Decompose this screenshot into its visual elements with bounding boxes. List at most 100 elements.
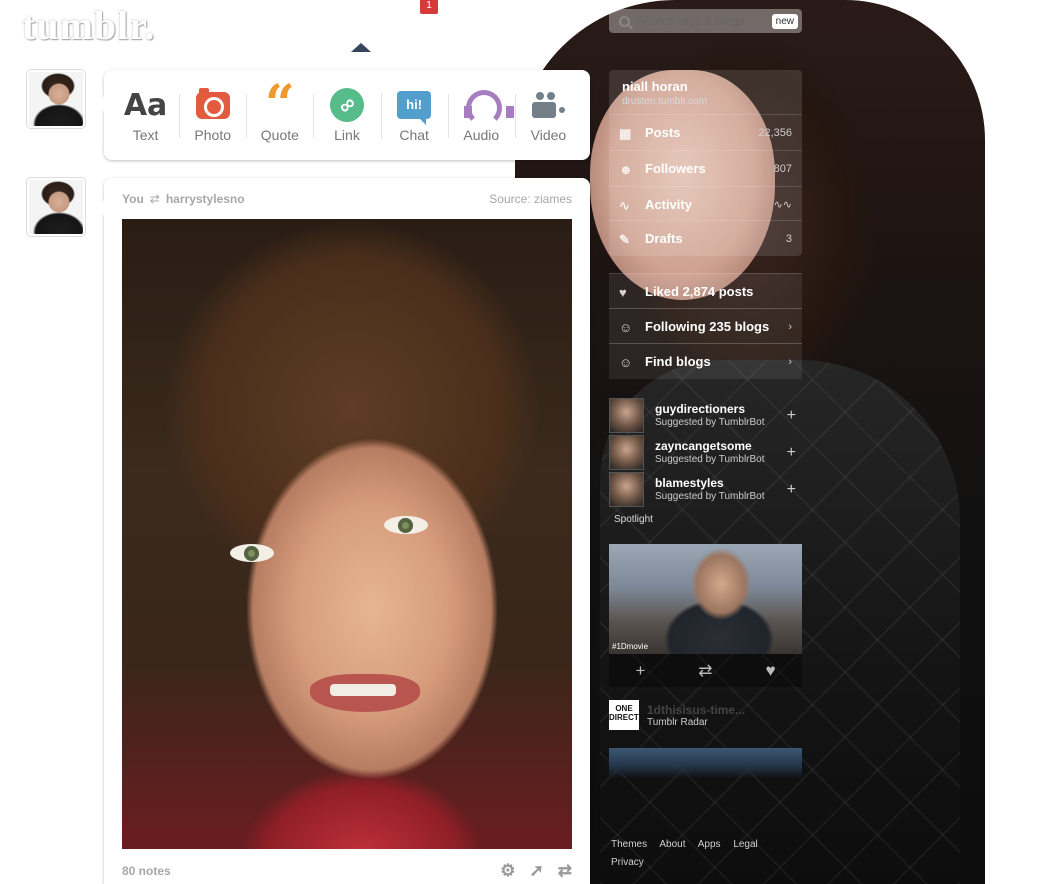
heart-icon[interactable]: ♥ — [765, 661, 775, 681]
post-type-chat-button[interactable]: hi! Chat — [380, 80, 448, 150]
suggested-blog-reason: Suggested by TumblrBot — [655, 490, 765, 502]
post-avatar[interactable] — [27, 178, 85, 236]
photo-post: You ⇄ harrystylesno Source: ziames 80 no… — [96, 178, 590, 884]
post-photo[interactable] — [122, 219, 572, 849]
suggested-blog[interactable]: blamestyles Suggested by TumblrBot + — [609, 471, 802, 508]
suggested-blog-avatar — [609, 472, 644, 507]
sidebar-item-drafts[interactable]: ✎ Drafts 3 — [609, 220, 802, 256]
suggested-blog[interactable]: guydirectioners Suggested by TumblrBot + — [609, 397, 802, 434]
photo-right-eye — [384, 516, 428, 534]
sidebar-item-following[interactable]: ☺ Following 235 blogs › — [609, 308, 802, 344]
followers-icon: ☻ — [619, 161, 633, 177]
post-type-label: Chat — [399, 127, 429, 143]
post-type-label: Quote — [260, 127, 299, 143]
spotlight-video-thumbnail[interactable]: #1Dmovie — [609, 544, 802, 654]
radar-title[interactable]: 1dthisisus-time... — [647, 703, 745, 717]
post-type-text-button[interactable]: Aa Text — [112, 80, 179, 150]
sidebar-item-count: 3 — [785, 232, 792, 245]
footer-link-privacy[interactable]: Privacy — [611, 857, 644, 868]
sidebar-item-label: Following 235 blogs — [645, 319, 770, 334]
footer-link-legal[interactable]: Legal — [733, 839, 757, 850]
sidebar-blog-panel: niall horan drusten.tumblr.com ▦ Posts 2… — [609, 70, 802, 256]
spotlight-actions: + ⇄ ♥ — [609, 654, 802, 687]
reblog-icon[interactable]: ⇄ — [698, 661, 712, 681]
footer-link-apps[interactable]: Apps — [698, 839, 721, 850]
add-plus-icon[interactable]: + — [635, 661, 645, 681]
activity-icon: ∿ — [619, 197, 630, 213]
sidebar-item-label: Activity — [645, 197, 692, 212]
sidebar-item-count: 807 — [773, 162, 792, 175]
sidebar-item-posts[interactable]: ▦ Posts 22,356 — [609, 114, 802, 150]
link-icon: ∞ — [323, 81, 371, 129]
post-type-video-button[interactable]: Video — [514, 80, 582, 150]
radar-logo: ONE DIRECTION — [609, 700, 653, 730]
post-notes-count[interactable]: 80 notes — [122, 864, 171, 878]
heart-icon: ♥ — [619, 284, 627, 300]
suggested-blog-name[interactable]: blamestyles — [655, 476, 765, 490]
reblog-icon[interactable]: ⇄ — [558, 861, 572, 881]
post-header: You ⇄ harrystylesno Source: ziames — [122, 192, 572, 206]
suggested-blog-reason: Suggested by TumblrBot — [655, 416, 765, 428]
sidebar-blog-name[interactable]: niall horan — [622, 79, 688, 94]
sidebar-item-liked[interactable]: ♥ Liked 2,874 posts — [609, 273, 802, 309]
settings-gear-icon[interactable]: ⚙ — [500, 861, 515, 881]
photo-left-eye — [230, 544, 274, 562]
composer-pointer-icon — [351, 43, 371, 52]
suggested-blog-reason: Suggested by TumblrBot — [655, 453, 765, 465]
post-source-link[interactable]: Source: ziames — [489, 192, 572, 206]
post-type-link-button[interactable]: ∞ Link — [313, 80, 380, 150]
tumblr-logo[interactable]: tumblr. — [22, 2, 155, 49]
add-person-icon: ☺ — [619, 354, 633, 370]
post-type-label: Photo — [194, 127, 231, 143]
footer-link-themes[interactable]: Themes — [611, 839, 647, 850]
post-type-label: Text — [132, 127, 159, 143]
post-type-audio-button[interactable]: Audio — [447, 80, 515, 150]
radar-preview[interactable] — [609, 748, 802, 778]
text-icon: Aa — [123, 87, 168, 123]
photo-camera-icon — [195, 87, 230, 119]
reblogged-from-link[interactable]: harrystylesno — [166, 192, 245, 206]
sidebar-item-activity[interactable]: ∿ Activity ∿∿ — [609, 186, 802, 222]
headphones-icon — [464, 90, 515, 126]
follow-plus-icon[interactable]: + — [787, 444, 796, 462]
notification-badge[interactable]: 1 — [420, 0, 438, 14]
post-footer: 80 notes ⚙ ➚ ⇄ — [122, 861, 572, 881]
sidebar-item-followers[interactable]: ☻ Followers 807 — [609, 150, 802, 186]
suggested-blog-avatar — [609, 398, 644, 433]
follow-plus-icon[interactable]: + — [787, 407, 796, 425]
footer-link-about[interactable]: About — [659, 839, 685, 850]
spotlight-tag: #1Dmovie — [612, 642, 649, 651]
post-type-quote-button[interactable]: “ Quote — [246, 79, 313, 150]
sidebar-item-label: Drafts — [645, 231, 683, 246]
suggested-blog[interactable]: zayncangetsome Suggested by TumblrBot + — [609, 434, 802, 471]
follow-plus-icon[interactable]: + — [787, 481, 796, 499]
search-icon — [619, 15, 630, 27]
sidebar-item-label: Followers — [645, 161, 706, 176]
search-input[interactable]: Search tags & blogs new — [609, 9, 802, 33]
sidebar-blog-url[interactable]: drusten.tumblr.com — [622, 96, 707, 107]
tumblr-radar[interactable]: ONE DIRECTION 1dthisisus-time... Tumblr … — [609, 690, 802, 740]
post-author-link[interactable]: You — [122, 192, 144, 206]
drafts-icon: ✎ — [619, 231, 630, 247]
activity-sparkline: ∿∿ — [773, 199, 792, 211]
search-new-badge: new — [771, 13, 798, 29]
sidebar-item-label: Posts — [645, 125, 681, 140]
video-camera-icon — [532, 92, 564, 118]
post-type-label: Link — [334, 127, 360, 143]
spotlight-label: Spotlight — [614, 514, 653, 525]
person-icon: ☺ — [619, 319, 633, 335]
sidebar-item-count: 22,356 — [758, 126, 792, 139]
suggested-blog-name[interactable]: guydirectioners — [655, 402, 765, 416]
share-icon[interactable]: ➚ — [530, 861, 544, 881]
suggested-blog-name[interactable]: zayncangetsome — [655, 439, 765, 453]
recommended-blogs: guydirectioners Suggested by TumblrBot +… — [609, 397, 802, 509]
sidebar-item-find-blogs[interactable]: ☺ Find blogs › — [609, 343, 802, 379]
post-type-label: Audio — [463, 127, 500, 143]
chevron-right-icon: › — [788, 355, 792, 368]
avatar[interactable] — [27, 70, 85, 128]
post-type-label: Video — [530, 127, 567, 143]
post-type-composer: Aa Text Photo “ Quote ∞ Link hi! Chat Au… — [96, 70, 590, 160]
post-type-photo-button[interactable]: Photo — [179, 80, 246, 150]
radar-subtitle: Tumblr Radar — [647, 716, 708, 728]
sidebar-item-label: Liked 2,874 posts — [645, 284, 754, 299]
